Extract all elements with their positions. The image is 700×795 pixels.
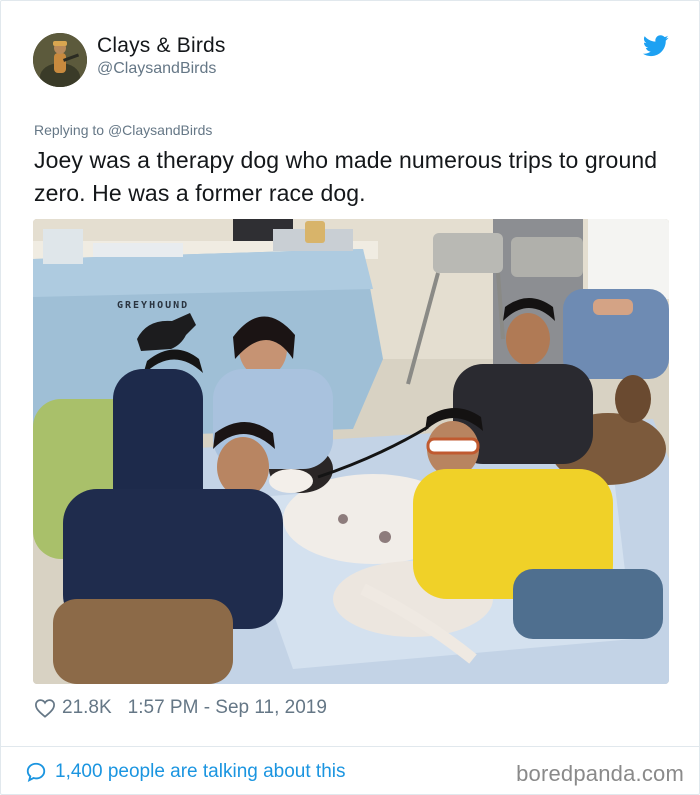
tweet-card: Clays & Birds @ClaysandBirds Replying to… xyxy=(0,0,700,795)
user-handle[interactable]: @ClaysandBirds xyxy=(97,60,216,78)
conversation-text: 1,400 people are talking about this xyxy=(55,761,346,782)
tweet-meta: 21.8K 1:57 PM - Sep 11, 2019 xyxy=(34,696,327,720)
conversation-link[interactable]: 1,400 people are talking about this xyxy=(25,759,346,785)
avatar-image xyxy=(33,33,87,87)
tweet-timestamp[interactable]: 1:57 PM - Sep 11, 2019 xyxy=(128,697,327,719)
greyhound-banner: GREYHOUND xyxy=(117,300,189,311)
photo-scene: GREYHOUND xyxy=(33,219,669,684)
tweet-text: Joey was a therapy dog who made numerous… xyxy=(34,147,658,206)
reply-prefix: Replying to xyxy=(34,122,105,138)
like-count[interactable]: 21.8K xyxy=(62,697,112,719)
heart-outline-icon[interactable] xyxy=(34,698,56,718)
footer-divider xyxy=(1,746,699,747)
tweet-photo[interactable]: GREYHOUND xyxy=(33,219,669,684)
twitter-bird-icon[interactable] xyxy=(643,35,669,57)
speech-bubble-icon xyxy=(26,762,46,783)
reply-handle-link[interactable]: @ClaysandBirds xyxy=(108,122,212,138)
watermark: boredpanda.com xyxy=(516,761,684,786)
reply-context: Replying to @ClaysandBirds xyxy=(34,122,212,138)
avatar[interactable] xyxy=(33,33,87,87)
display-name[interactable]: Clays & Birds xyxy=(97,34,226,58)
